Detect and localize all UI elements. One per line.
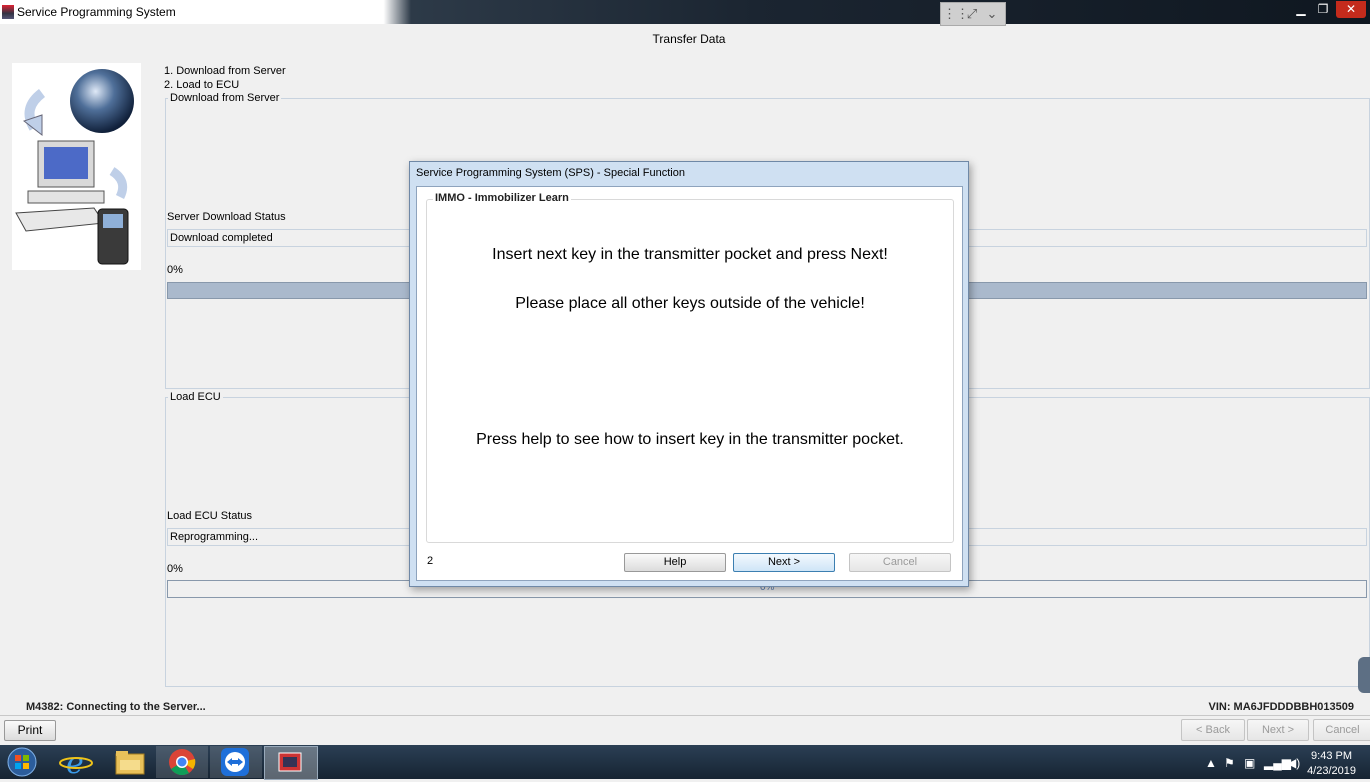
step-download: 1. Download from Server: [164, 65, 286, 77]
sps-logo: [12, 63, 141, 270]
cancel-button[interactable]: Cancel: [1313, 719, 1370, 741]
show-hidden-icons-icon[interactable]: ▲: [1205, 756, 1217, 770]
status-message: M4382: Connecting to the Server...: [26, 701, 206, 713]
special-function-dialog: Service Programming System (SPS) - Speci…: [409, 161, 969, 587]
step-load: 2. Load to ECU: [164, 79, 240, 91]
dialog-step-number: 2: [427, 555, 434, 567]
help-button[interactable]: Help: [624, 553, 726, 572]
download-percent-label: 0%: [167, 264, 183, 276]
dialog-cancel-button[interactable]: Cancel: [849, 553, 951, 572]
svg-text:e: e: [66, 746, 84, 778]
close-button[interactable]: ✕: [1336, 1, 1366, 18]
instruction-line-2: Please place all other keys outside of t…: [515, 295, 865, 312]
window-title-bar[interactable]: [0, 0, 1370, 24]
fullscreen-icon[interactable]: ⤢: [963, 6, 981, 22]
back-button[interactable]: < Back: [1181, 719, 1245, 741]
load-ecu-group-label: Load ECU: [168, 391, 223, 403]
app-icon: [2, 5, 14, 19]
clock-date: 4/23/2019: [1307, 765, 1356, 777]
page-title: Transfer Data: [652, 32, 726, 46]
print-button[interactable]: Print: [4, 720, 56, 741]
window-title: Service Programming System: [17, 5, 176, 19]
internet-explorer-icon[interactable]: e: [52, 746, 104, 781]
load-percent-label: 0%: [167, 563, 183, 575]
windows-start-icon[interactable]: [0, 746, 52, 778]
taskbar: e: [0, 745, 1370, 781]
chrome-icon[interactable]: [156, 746, 208, 778]
divider: [0, 715, 1370, 716]
chevron-down-icon[interactable]: ⌄: [983, 6, 1001, 22]
action-center-flag-icon[interactable]: ⚑: [1224, 756, 1235, 770]
immo-group-label: IMMO - Immobilizer Learn: [433, 192, 571, 204]
immo-group: IMMO - Immobilizer Learn Insert next key…: [426, 192, 954, 543]
system-clock[interactable]: 9:43 PM 4/23/2019: [1307, 750, 1356, 777]
download-group-label: Download from Server: [168, 92, 282, 104]
dialog-title: Service Programming System (SPS) - Speci…: [416, 167, 685, 179]
file-explorer-icon[interactable]: [104, 746, 156, 778]
teamviewer-icon[interactable]: [210, 746, 262, 778]
side-panel-handle[interactable]: [1358, 657, 1370, 693]
maximize-button[interactable]: ❐: [1312, 1, 1334, 18]
grid-icon[interactable]: ⋮⋮: [943, 6, 969, 22]
instruction-line-3: Press help to see how to insert key in t…: [476, 431, 904, 448]
clock-time: 9:43 PM: [1311, 750, 1353, 762]
load-ecu-status-label: Load ECU Status: [167, 510, 252, 522]
dialog-next-button[interactable]: Next >: [733, 553, 835, 572]
sps-app-icon[interactable]: [264, 746, 318, 780]
remote-toolbar: ⋮⋮ ⤢ ⌄: [940, 2, 1006, 26]
server-download-status-label: Server Download Status: [167, 211, 286, 223]
vin-label: VIN: MA6JFDDDBBH013509: [1208, 701, 1355, 713]
minimize-button[interactable]: ▁: [1290, 1, 1312, 18]
dialog-body: IMMO - Immobilizer Learn Insert next key…: [416, 186, 963, 581]
power-icon[interactable]: ▣: [1244, 756, 1255, 770]
instruction-line-1: Insert next key in the transmitter pocke…: [492, 246, 888, 263]
volume-icon[interactable]: ◀): [1287, 756, 1300, 770]
next-button[interactable]: Next >: [1247, 719, 1309, 741]
